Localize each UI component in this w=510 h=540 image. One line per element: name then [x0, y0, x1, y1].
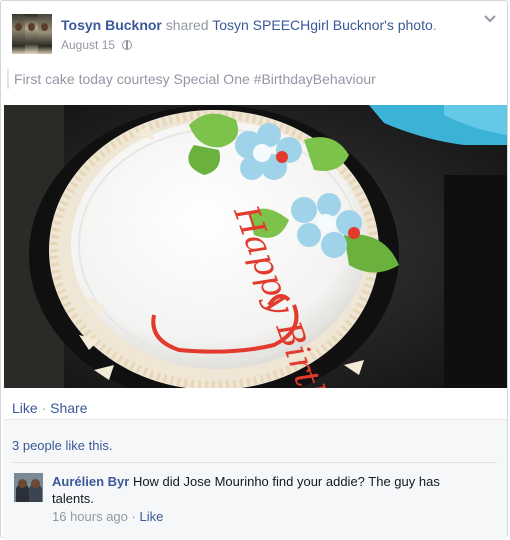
commenter-avatar[interactable] [14, 473, 43, 502]
comment-time[interactable]: 16 hours ago [52, 509, 128, 524]
post-header: Tosyn Bucknor shared Tosyn SPEECHgirl Bu… [61, 17, 437, 33]
comment-meta-separator: · [131, 509, 136, 524]
header-period: . [432, 17, 437, 33]
post-card: Tosyn Bucknor shared Tosyn SPEECHgirl Bu… [0, 0, 508, 539]
comment-like-button[interactable]: Like [140, 509, 164, 524]
cake-photo-image: Happy Birthday [4, 105, 507, 388]
comments-divider [12, 462, 497, 463]
post-actions: Like · Share [12, 400, 88, 416]
share-action-text: shared [165, 17, 209, 33]
actions-separator: · [41, 400, 47, 416]
chevron-down-icon[interactable] [483, 11, 497, 25]
shared-photo-link[interactable]: Tosyn SPEECHgirl Bucknor's photo [212, 17, 433, 33]
cake-photo[interactable]: Happy Birthday [4, 105, 507, 388]
author-name[interactable]: Tosyn Bucknor [61, 17, 162, 33]
comment-body: Aurélien Byr How did Jose Mourinho find … [52, 473, 482, 507]
globe-icon [122, 40, 133, 50]
post-meta: August 15 [61, 38, 133, 52]
share-button[interactable]: Share [50, 400, 87, 416]
comment-meta: 16 hours ago · Like [52, 509, 163, 524]
like-button[interactable]: Like [12, 400, 38, 416]
author-avatar[interactable] [12, 14, 52, 54]
post-caption: First cake today courtesy Special One #B… [7, 69, 376, 89]
feedback-divider [4, 419, 507, 420]
post-date[interactable]: August 15 [61, 38, 115, 52]
likes-summary[interactable]: 3 people like this. [12, 438, 112, 453]
comment-author[interactable]: Aurélien Byr [52, 474, 129, 489]
